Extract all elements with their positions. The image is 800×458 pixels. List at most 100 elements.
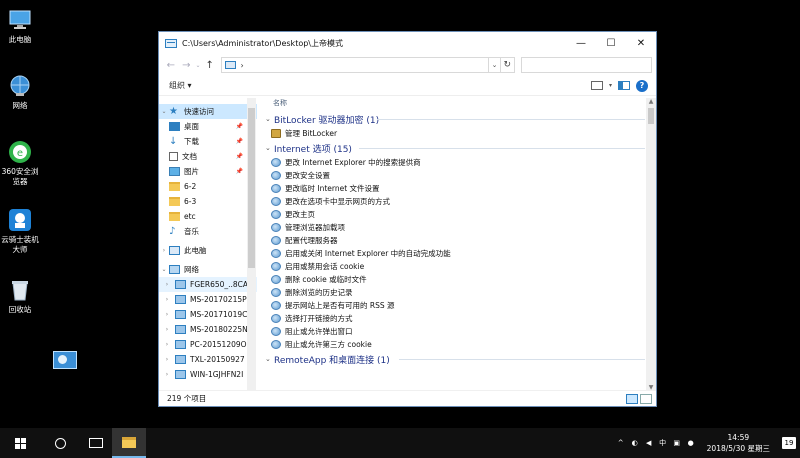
cortana-button[interactable] [40, 437, 80, 449]
expand-chevron-icon[interactable]: › [159, 296, 175, 303]
details-view-icon[interactable] [626, 393, 638, 404]
help-button[interactable]: ? [636, 79, 648, 92]
nav-item-documents[interactable]: 文档 📌 [159, 149, 257, 164]
desktop-icon-yunqishi[interactable]: 云骑士装机大师 [0, 208, 40, 255]
nav-item-pictures[interactable]: 图片 📌 [159, 164, 257, 179]
back-arrow-icon[interactable]: ← [163, 60, 179, 71]
nav-network-computer[interactable]: › TXL-20150927 [159, 352, 257, 367]
ime-indicator[interactable]: 中 [659, 439, 667, 447]
list-item[interactable]: 提示网站上是否有可用的 RSS 源 [259, 299, 645, 312]
view-options-icon[interactable] [590, 81, 603, 90]
nav-item-desktop[interactable]: 桌面 📌 [159, 119, 257, 134]
chevron-up-icon[interactable]: ^ [617, 439, 625, 447]
list-item[interactable]: 配置代理服务器 [259, 234, 645, 247]
history-dropdown-icon[interactable]: ⌄ [194, 62, 202, 69]
nav-network-computer[interactable]: › WIN-1GJHFN2I [159, 367, 257, 382]
nav-network-computer[interactable]: › MS-20171019C [159, 307, 257, 322]
content-scrollbar[interactable]: ▲ ▼ [646, 98, 656, 391]
list-item[interactable]: 启用或禁用会话 cookie [259, 260, 645, 273]
close-button[interactable]: ✕ [626, 32, 656, 54]
volume-icon[interactable]: ◀ [645, 439, 653, 447]
network-tray-icon[interactable]: ▣ [673, 439, 681, 447]
content-pane[interactable]: 名称 ⌃ ⌄ BitLocker 驱动器加密 (1) 管理 BitLocker … [259, 98, 645, 391]
list-item[interactable]: 更改在选项卡中显示网页的方式 [259, 195, 645, 208]
notification-center-button[interactable]: 19 [782, 437, 796, 449]
item-label: 更改 Internet Explorer 中的搜索提供商 [285, 158, 421, 167]
column-header-name[interactable]: 名称 ⌃ [259, 98, 645, 111]
desktop-icon-network[interactable]: 网络 [0, 74, 40, 111]
up-arrow-icon[interactable]: ↑ [202, 60, 218, 71]
expand-chevron-icon[interactable]: › [159, 281, 175, 288]
desktop-icon-recycle-bin[interactable]: 回收站 [0, 278, 40, 315]
task-view-button[interactable] [80, 438, 112, 448]
nav-this-pc[interactable]: › 此电脑 [159, 243, 257, 258]
list-item[interactable]: 管理 BitLocker [259, 127, 645, 140]
user-icon[interactable]: ● [687, 439, 695, 447]
list-item[interactable]: 管理浏览器加载项 [259, 221, 645, 234]
list-item[interactable]: 更改安全设置 [259, 169, 645, 182]
collapse-chevron-icon[interactable]: ⌄ [159, 266, 169, 273]
list-item[interactable]: 阻止或允许弹出窗口 [259, 325, 645, 338]
expand-chevron-icon[interactable]: › [159, 326, 175, 333]
title-bar[interactable]: C:\Users\Administrator\Desktop\上帝模式 — ☐ … [159, 32, 656, 54]
list-item[interactable]: 删除 cookie 或临时文件 [259, 273, 645, 286]
large-icons-view-icon[interactable] [640, 393, 652, 404]
nav-item-folder-etc[interactable]: etc [159, 209, 257, 224]
list-item[interactable]: 删除浏览的历史记录 [259, 286, 645, 299]
nav-item-downloads[interactable]: ↓ 下载 📌 [159, 134, 257, 149]
collapse-chevron-icon[interactable]: ⌄ [159, 108, 169, 115]
list-item[interactable]: 更改临时 Internet 文件设置 [259, 182, 645, 195]
explorer-window[interactable]: C:\Users\Administrator\Desktop\上帝模式 — ☐ … [158, 31, 657, 407]
expand-chevron-icon[interactable]: › [159, 371, 175, 378]
nav-network[interactable]: ⌄ 网络 [159, 262, 257, 277]
group-header[interactable]: ⌄ BitLocker 驱动器加密 (1) [259, 111, 645, 127]
desktop-control-panel-icon[interactable] [53, 351, 77, 369]
desktop-icon-360-browser[interactable]: e 360安全浏览器 [0, 140, 40, 187]
clock[interactable]: 14:59 2018/5/30 星期三 [707, 432, 770, 454]
expand-chevron-icon[interactable]: › [159, 356, 175, 363]
nav-network-computer[interactable]: › MS-20180225N [159, 322, 257, 337]
scrollbar-thumb[interactable] [648, 108, 654, 124]
organize-menu[interactable]: 组织 ▾ [169, 80, 192, 91]
nav-network-computer[interactable]: › FGER650_..8CA [159, 277, 257, 292]
collapse-chevron-icon[interactable]: ⌄ [265, 144, 274, 152]
breadcrumb-separator[interactable]: › [240, 61, 243, 70]
search-input[interactable] [520, 57, 652, 73]
expand-chevron-icon[interactable]: › [159, 341, 175, 348]
expand-chevron-icon[interactable]: › [159, 311, 175, 318]
forward-arrow-icon[interactable]: → [179, 60, 195, 71]
navigation-pane[interactable]: ⌄ ★ 快速访问 桌面 📌 ↓ 下载 📌 文档 📌 图片 📌 6-2 6-3 e… [159, 98, 257, 391]
view-dropdown-icon[interactable]: ▾ [609, 82, 612, 89]
address-input[interactable]: › [221, 57, 490, 73]
taskbar-file-explorer[interactable] [112, 428, 146, 458]
nav-network-computer[interactable]: › MS-20170215P [159, 292, 257, 307]
cortana-circle-icon [54, 437, 66, 449]
nav-item-music[interactable]: ♪ 音乐 [159, 224, 257, 239]
list-item[interactable]: 更改主页 [259, 208, 645, 221]
address-dropdown-button[interactable]: ⌄ [489, 57, 501, 73]
collapse-chevron-icon[interactable]: ⌄ [265, 115, 274, 123]
scroll-up-icon[interactable]: ▲ [646, 98, 656, 105]
expand-chevron-icon[interactable]: › [159, 247, 169, 254]
list-item[interactable]: 阻止或允许第三方 cookie [259, 338, 645, 351]
desktop-icon-this-pc[interactable]: 此电脑 [0, 8, 40, 45]
start-button[interactable] [0, 437, 40, 449]
monitor-icon [175, 325, 186, 334]
nav-item-folder-6-3[interactable]: 6-3 [159, 194, 257, 209]
nav-scrollbar[interactable] [247, 98, 256, 391]
refresh-button[interactable]: ↻ [500, 57, 515, 73]
nav-item-folder-6-2[interactable]: 6-2 [159, 179, 257, 194]
app-tray-icon[interactable]: ◐ [631, 439, 639, 447]
scrollbar-thumb[interactable] [248, 108, 255, 268]
nav-quick-access[interactable]: ⌄ ★ 快速访问 [159, 104, 257, 119]
list-item[interactable]: 选择打开链接的方式 [259, 312, 645, 325]
group-header[interactable]: ⌄ Internet 选项 (15) [259, 140, 645, 156]
list-item[interactable]: 启用或关闭 Internet Explorer 中的自动完成功能 [259, 247, 645, 260]
nav-network-computer[interactable]: › PC-20151209O [159, 337, 257, 352]
maximize-button[interactable]: ☐ [596, 32, 626, 54]
collapse-chevron-icon[interactable]: ⌄ [265, 355, 274, 363]
group-header[interactable]: ⌄ RemoteApp 和桌面连接 (1) [259, 351, 645, 367]
preview-pane-icon[interactable] [618, 81, 630, 90]
minimize-button[interactable]: — [566, 32, 596, 54]
list-item[interactable]: 更改 Internet Explorer 中的搜索提供商 [259, 156, 645, 169]
